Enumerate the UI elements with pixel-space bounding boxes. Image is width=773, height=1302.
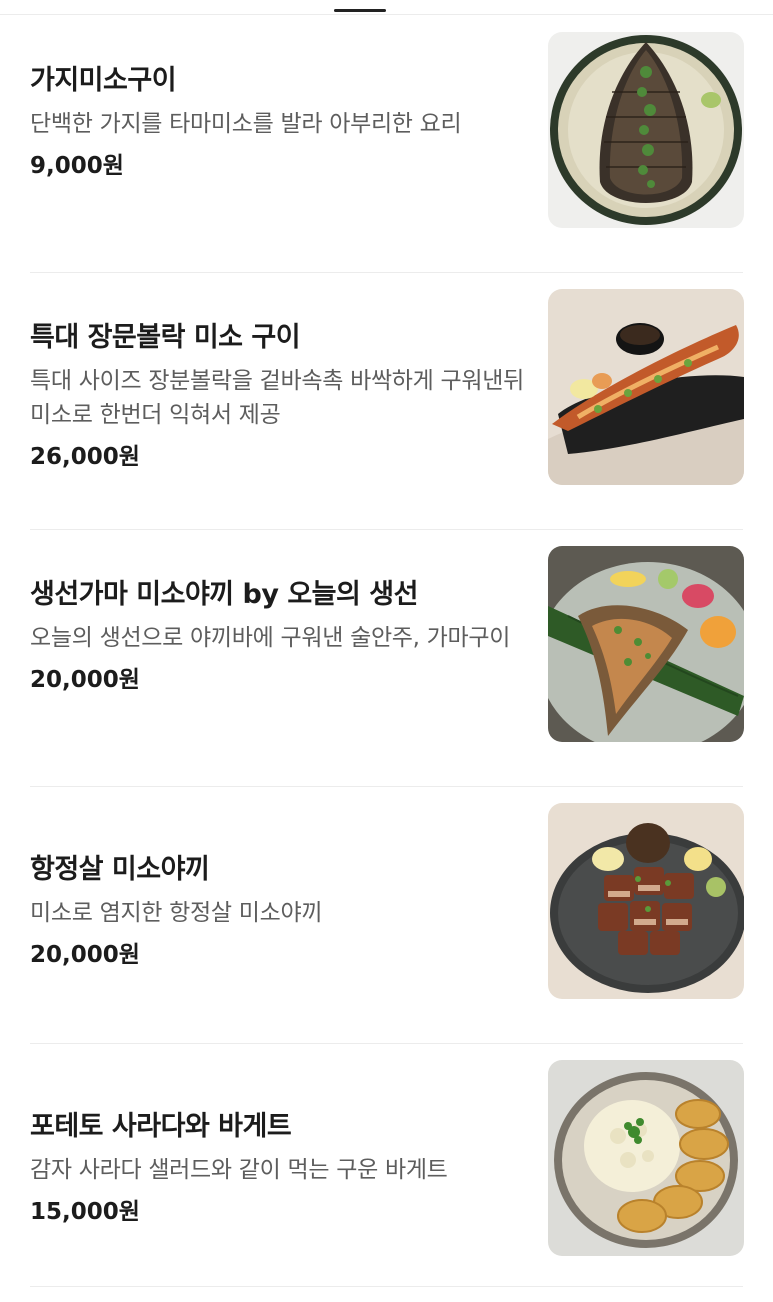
menu-item-name: 포테토 사라다와 바게트 (30, 1111, 292, 1142)
menu-item[interactable]: 생선가마 미소야끼 by 오늘의 생선 오늘의 생선으로 야끼바에 구워낸 술안… (0, 529, 773, 786)
rockfish-photo[interactable] (548, 289, 744, 485)
menu-item-text: 가지미소구이 단백한 가지를 타마미소를 발라 아부리한 요리 9,000원 (30, 63, 530, 183)
menu-item-price: 9,000원 (30, 153, 124, 179)
menu-item-price: 20,000원 (30, 942, 140, 968)
menu-list: 가지미소구이 단백한 가지를 타마미소를 발라 아부리한 요리 9,000원 특… (0, 15, 773, 1300)
menu-item-name: 생선가마 미소야끼 by 오늘의 생선 (30, 579, 418, 610)
menu-item-description: 미소로 염지한 항정살 미소야끼 (30, 900, 323, 926)
menu-item-description: 감자 사라다 샐러드와 같이 먹는 구운 바게트 (30, 1157, 448, 1183)
menu-item-price: 15,000원 (30, 1199, 140, 1225)
menu-item-text: 생선가마 미소야끼 by 오늘의 생선 오늘의 생선으로 야끼바에 구워낸 술안… (30, 577, 530, 697)
pork-jowl-photo[interactable] (548, 803, 744, 999)
menu-item[interactable]: 가지미소구이 단백한 가지를 타마미소를 발라 아부리한 요리 9,000원 (0, 15, 773, 272)
menu-item[interactable]: 항정살 미소야끼 미소로 염지한 항정살 미소야끼 20,000원 (0, 786, 773, 1043)
potato-salad-baguette-photo[interactable] (548, 1060, 744, 1256)
menu-item-text: 항정살 미소야끼 미소로 염지한 항정살 미소야끼 20,000원 (30, 852, 530, 972)
menu-item[interactable]: 포테토 사라다와 바게트 감자 사라다 샐러드와 같이 먹는 구운 바게트 15… (0, 1043, 773, 1300)
menu-item-text: 특대 장문볼락 미소 구이 특대 사이즈 장분볼락을 겉바속촉 바싹하게 구워낸… (30, 320, 530, 474)
menu-item-description: 특대 사이즈 장분볼락을 겉바속촉 바싹하게 구워낸뒤 미소로 한번더 익혀서 … (30, 368, 524, 428)
menu-item[interactable]: 특대 장문볼락 미소 구이 특대 사이즈 장분볼락을 겉바속촉 바싹하게 구워낸… (0, 272, 773, 529)
menu-item-name: 가지미소구이 (30, 65, 177, 96)
menu-item-description: 오늘의 생선으로 야끼바에 구워낸 술안주, 가마구이 (30, 625, 511, 651)
menu-item-price: 20,000원 (30, 667, 140, 693)
eggplant-miso-photo[interactable] (548, 32, 744, 228)
menu-item-name: 특대 장문볼락 미소 구이 (30, 322, 301, 353)
menu-item-text: 포테토 사라다와 바게트 감자 사라다 샐러드와 같이 먹는 구운 바게트 15… (30, 1109, 530, 1229)
menu-item-price: 26,000원 (30, 444, 140, 470)
drag-handle[interactable] (334, 9, 386, 12)
menu-item-description: 단백한 가지를 타마미소를 발라 아부리한 요리 (30, 111, 462, 137)
fish-collar-photo[interactable] (548, 546, 744, 742)
bottom-divider (30, 1286, 743, 1287)
menu-item-name: 항정살 미소야끼 (30, 854, 210, 885)
sheet-top-bar (0, 0, 773, 15)
